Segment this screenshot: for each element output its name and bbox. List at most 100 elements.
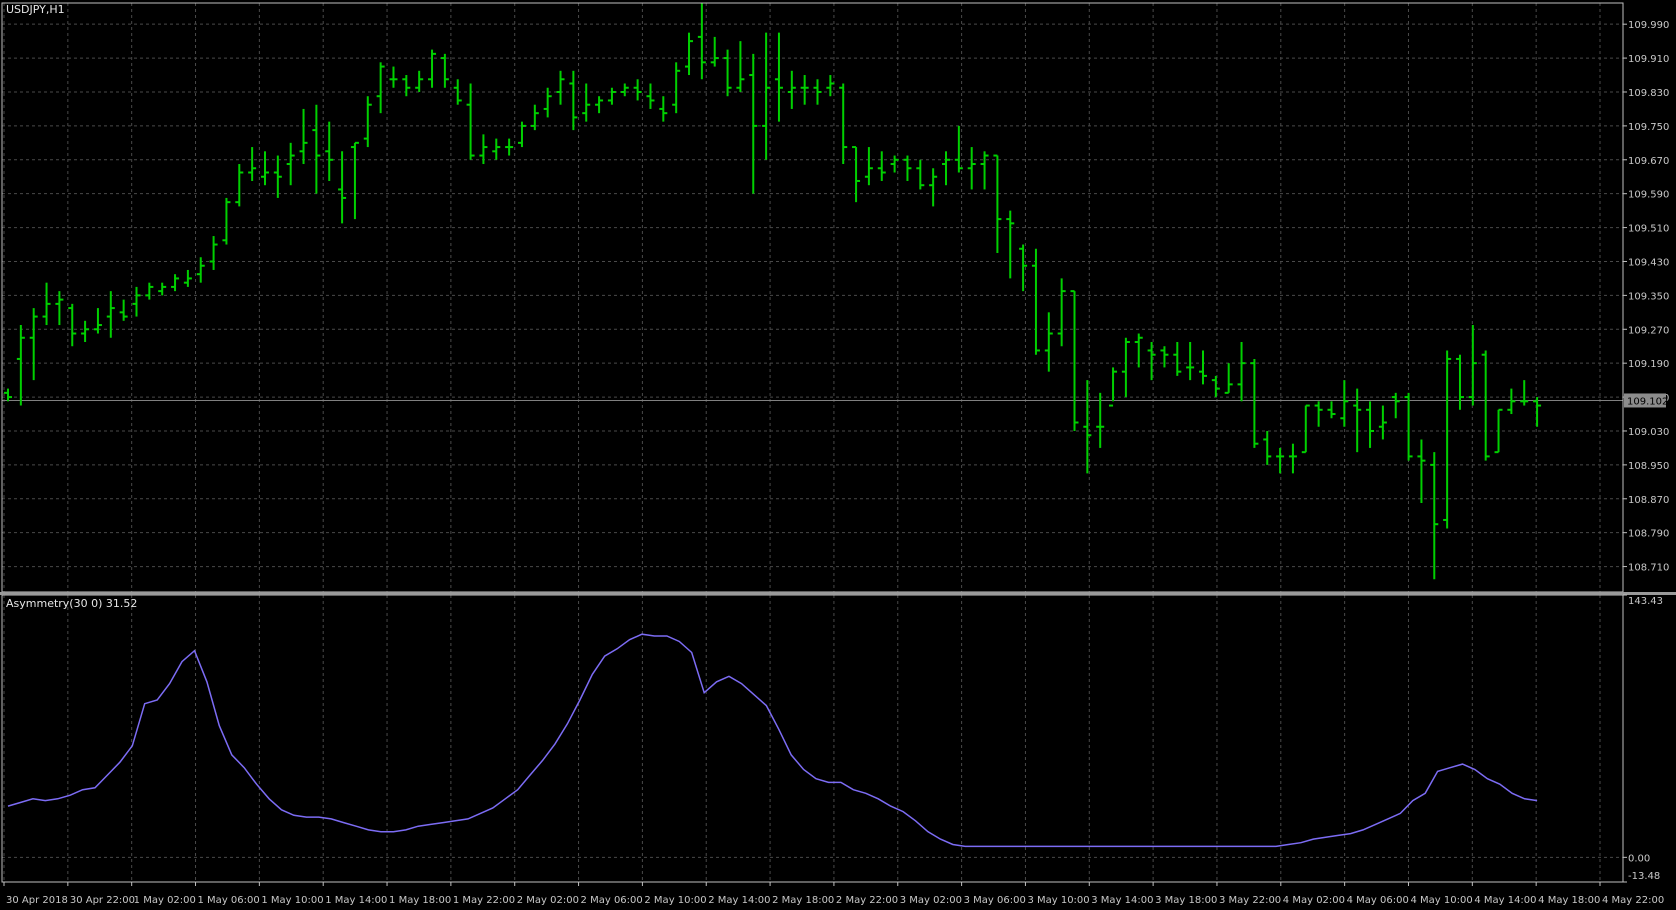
ohlc-bar (1314, 401, 1323, 427)
price-tick-label: 109.590 (1628, 190, 1669, 201)
ohlc-bar (1134, 333, 1143, 368)
ohlc-bar (774, 32, 783, 122)
ohlc-bar (620, 83, 629, 97)
ohlc-bar (1340, 380, 1349, 427)
ohlc-bar (942, 151, 951, 186)
ohlc-bar (929, 168, 938, 207)
time-tick-label: 1 May 14:00 (325, 895, 387, 906)
ohlc-bar (402, 75, 411, 97)
ohlc-bar (492, 138, 501, 160)
ohlc-bar (183, 269, 192, 287)
ohlc-bar (607, 87, 616, 105)
ohlc-bar (363, 96, 372, 148)
ohlc-bar (1070, 290, 1079, 431)
time-tick-label: 30 Apr 2018 (6, 895, 68, 906)
ohlc-bar (633, 79, 642, 101)
ohlc-bar (659, 96, 668, 122)
ohlc-bar (29, 308, 38, 381)
price-tick-label: 109.350 (1628, 291, 1669, 302)
time-tick-label: 3 May 10:00 (1027, 895, 1089, 906)
price-tick-label: 109.910 (1628, 54, 1669, 65)
ohlc-bar (672, 62, 681, 114)
main-panel-frame (1, 2, 1624, 593)
ohlc-bar (1494, 408, 1503, 454)
price-tick-label: 109.510 (1628, 224, 1669, 235)
ohlc-bar (697, 3, 706, 80)
ohlc-bar (145, 282, 154, 300)
ohlc-bar (260, 151, 269, 186)
ohlc-bar (736, 41, 745, 92)
ohlc-bar (1481, 350, 1490, 461)
indicator-tick-label: 0.00 (1628, 853, 1650, 864)
current-price-value: 109.102 (1627, 396, 1668, 407)
ohlc-bar (119, 299, 128, 321)
ohlc-bar (787, 70, 796, 109)
ohlc-bar (389, 66, 398, 88)
ohlc-bar (1404, 392, 1413, 461)
ohlc-bar (993, 154, 1002, 254)
ohlc-bar (1083, 380, 1092, 474)
ohlc-bar (158, 282, 167, 296)
ohlc-bar (1006, 210, 1015, 279)
price-tick-label: 109.190 (1628, 359, 1669, 370)
ohlc-bar (4, 388, 12, 402)
ohlc-bar (1057, 278, 1066, 347)
time-tick-label: 2 May 22:00 (836, 895, 898, 906)
ohlc-bar (68, 303, 77, 347)
time-tick-label: 3 May 14:00 (1091, 895, 1153, 906)
ohlc-bar (16, 325, 25, 406)
asymmetry-indicator-line (7, 633, 1538, 848)
indicator-axis: 143.43 0.00 -13.48 (1623, 594, 1663, 883)
price-tick-label: 109.030 (1628, 427, 1669, 438)
panel-frames (0, 2, 1676, 883)
price-tick-label: 109.270 (1628, 325, 1669, 336)
price-tick-label: 108.950 (1628, 461, 1669, 472)
ohlc-bar (1520, 380, 1529, 406)
ohlc-bar (1533, 397, 1542, 427)
ohlc-bar (42, 282, 51, 326)
ohlc-bar (479, 134, 488, 165)
ohlc-bar (222, 197, 231, 245)
ohlc-bar (1276, 447, 1285, 474)
ohlc-bar (312, 104, 321, 194)
ohlc-bar (235, 164, 244, 207)
ohlc-bar (1173, 341, 1182, 376)
grid (2, 3, 1623, 883)
time-tick-label: 4 May 14:00 (1474, 895, 1536, 906)
ohlc-bar (723, 49, 732, 97)
ohlc-bar (1031, 248, 1040, 355)
ohlc-bar (852, 146, 861, 203)
time-tick-label: 2 May 14:00 (708, 895, 770, 906)
ohlc-bar (1353, 388, 1362, 453)
time-tick-label: 2 May 06:00 (581, 895, 643, 906)
ohlc-bar (1327, 401, 1336, 419)
ohlc-bar (1147, 341, 1156, 381)
price-tick-label: 109.430 (1628, 257, 1669, 268)
ohlc-bar (646, 83, 655, 109)
ohlc-bar (877, 151, 886, 181)
ohlc-bar (1391, 392, 1400, 419)
symbol-timeframe-label: USDJPY,H1 (6, 3, 65, 16)
ohlc-bar (800, 75, 809, 105)
ohlc-bar (415, 70, 424, 92)
price-bars (4, 3, 1542, 580)
ohlc-bar (1121, 337, 1130, 398)
ohlc-bar (762, 32, 771, 160)
ohlc-bar (1250, 358, 1259, 448)
time-tick-label: 3 May 02:00 (900, 895, 962, 906)
indicator-tick-label: 143.43 (1628, 596, 1663, 607)
price-tick-label: 108.870 (1628, 495, 1669, 506)
ohlc-bar (1263, 430, 1272, 465)
time-tick-label: 4 May 06:00 (1347, 895, 1409, 906)
indicator-label: Asymmetry(30 0) 31.52 (6, 597, 138, 610)
ohlc-bar (1417, 439, 1426, 504)
time-tick-label: 1 May 02:00 (134, 895, 196, 906)
time-tick-label: 3 May 22:00 (1219, 895, 1281, 906)
time-tick-label: 1 May 18:00 (389, 895, 451, 906)
ohlc-bar (1237, 341, 1246, 402)
ohlc-bar (466, 83, 475, 160)
price-tick-label: 109.750 (1628, 122, 1669, 133)
time-tick-label: 1 May 06:00 (198, 895, 260, 906)
ohlc-bar (1507, 388, 1516, 415)
ohlc-bar (1301, 404, 1310, 454)
